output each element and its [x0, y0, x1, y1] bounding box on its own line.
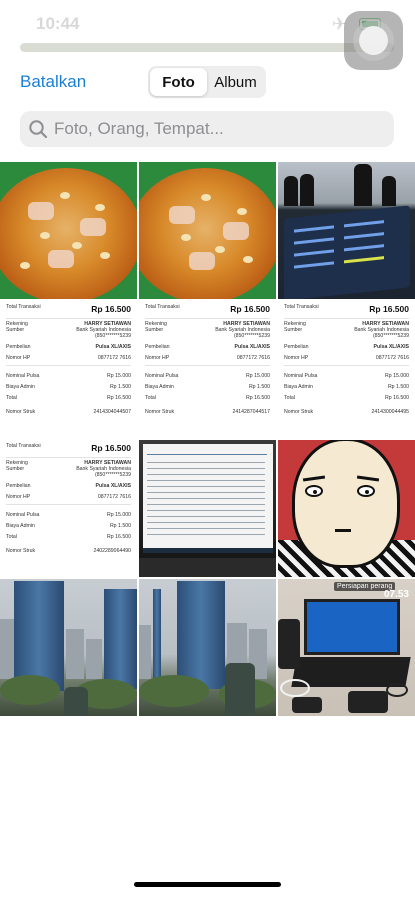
tab-album[interactable]: Album: [207, 68, 264, 96]
photo-thumbnail-laptop-spreadsheet[interactable]: [139, 440, 276, 577]
photo-thumbnail-food[interactable]: [139, 162, 276, 299]
home-indicator: [134, 882, 281, 887]
photo-thumbnail-receipt[interactable]: Total Transaksi Rp 16.500 Rekening HARRY S…: [278, 301, 415, 438]
search-bar[interactable]: [20, 111, 394, 147]
status-time: 10:44: [36, 14, 80, 33]
cancel-button[interactable]: Batalkan: [20, 72, 86, 92]
photo-thumbnail-office[interactable]: [278, 162, 415, 299]
photo-thumbnail-receipt[interactable]: Total Transaksi Rp 16.500 Rekening HARRY S…: [0, 301, 137, 438]
photo-thumbnail-receipt[interactable]: Total Transaksi Rp 16.500 Rekening HARRY S…: [139, 301, 276, 438]
sheet-grabber[interactable]: [20, 43, 394, 52]
photo-grid: Total Transaksi Rp 16.500 Rekening HARRY S…: [0, 162, 415, 716]
photo-album-segmented-control[interactable]: Foto Album: [148, 66, 266, 98]
photo-thumbnail-food[interactable]: [0, 162, 137, 299]
photo-thumbnail-city-view[interactable]: [139, 579, 276, 716]
assistive-touch-button[interactable]: [344, 11, 403, 70]
photo-thumbnail-city-view[interactable]: [0, 579, 137, 716]
tab-foto[interactable]: Foto: [150, 68, 207, 96]
photo-thumbnail-receipt[interactable]: Total Transaksi Rp 16.500 Rekening HARRY S…: [0, 440, 137, 577]
photo-thumbnail-desk-laptop[interactable]: Persiapan perang 07.53: [278, 579, 415, 716]
photo-thumbnail-cartoon[interactable]: [278, 440, 415, 577]
search-icon: [29, 120, 48, 139]
search-input[interactable]: [54, 119, 374, 139]
